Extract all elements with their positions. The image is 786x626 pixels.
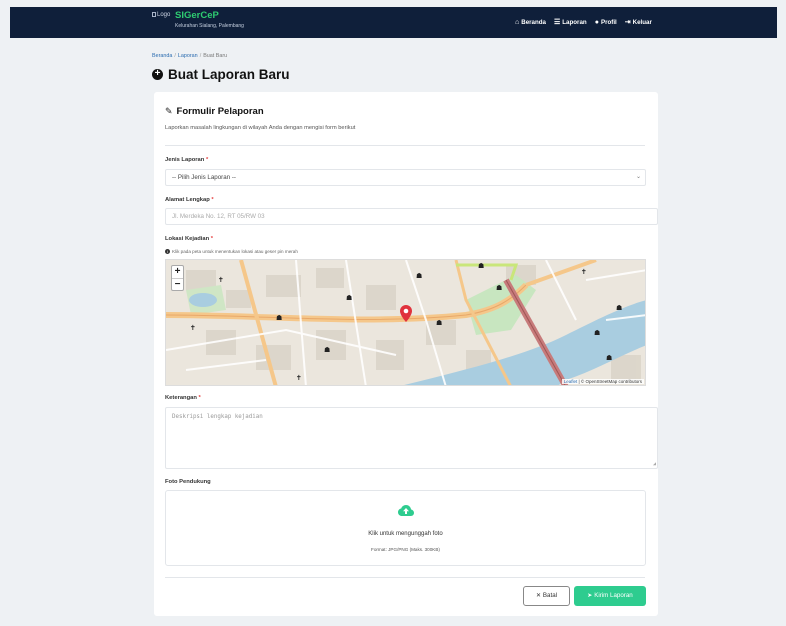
resize-grip-icon[interactable]: ◢ [653,461,656,467]
send-icon: ➤ [587,592,593,599]
map-tiles[interactable]: ✝ ☗ ☗ ☗ ☗ ☗ ☗ ☗ ☗ ☗ ✝ ✝ ✝ ☗ [166,260,646,386]
brand-name: SIGerCeP [175,10,219,21]
form-description: Laporkan masalah lingkungan di wilayah A… [165,125,356,131]
plus-circle-icon: + [152,69,163,80]
edit-icon: ✎ [165,106,173,116]
nav-link-keluar[interactable]: ⇥ Keluar [624,18,652,27]
breadcrumb-current: Buat Baru [203,53,228,59]
user-icon: ● [594,18,599,26]
keterangan-textarea[interactable]: Deskripsi lengkap kejadian ◢ [165,407,658,469]
list-icon: ☰ [554,19,561,26]
foto-label: Foto Pendukung [165,479,211,485]
upload-text: Klik untuk mengunggah foto [368,531,443,537]
jenis-laporan-select[interactable]: -- Pilih Jenis Laporan -- ⌄ [165,169,646,186]
page-title: + Buat Laporan Baru [152,67,290,82]
jenis-laporan-label: Jenis Laporan * [165,157,209,163]
divider [165,145,645,146]
svg-text:✝: ✝ [190,324,196,332]
close-icon: ✕ [535,592,542,599]
nav-link-beranda[interactable]: ⌂ Beranda [515,18,546,26]
keterangan-label: Keterangan * [165,395,201,401]
breadcrumb: Beranda / Laporan / Buat Baru [152,53,228,59]
svg-text:☗: ☗ [616,304,622,312]
lokasi-label: Lokasi Kejadian * [165,236,214,242]
svg-text:✝: ✝ [296,374,302,382]
cancel-button[interactable]: ✕ Batal [523,586,570,606]
svg-text:✝: ✝ [218,276,224,284]
zoom-in-button[interactable]: + [172,266,183,278]
divider [165,577,645,578]
svg-text:☗: ☗ [346,294,352,302]
nav-link-profil[interactable]: ● Profil [595,18,617,26]
svg-text:☗: ☗ [496,284,502,292]
leaflet-link[interactable]: Leaflet [564,379,578,384]
zoom-out-button[interactable]: − [172,278,183,290]
svg-text:☗: ☗ [436,319,442,327]
breadcrumb-laporan[interactable]: Laporan [178,53,198,59]
lokasi-hint: i Klik pada peta untuk menentukan lokasi … [165,249,298,254]
svg-text:☗: ☗ [606,354,612,362]
brand-subtitle: Kelurahan Sialang, Palembang [175,23,244,29]
map-attribution: Leaflet | © OpenStreetMap contributors [561,379,644,384]
svg-text:☗: ☗ [594,329,600,337]
location-map[interactable]: ✝ ☗ ☗ ☗ ☗ ☗ ☗ ☗ ☗ ☗ ✝ ✝ ✝ ☗ + − Leaflet | © OpenSt… [165,259,646,386]
chevron-down-icon: ⌄ [635,174,641,180]
svg-text:✝: ✝ [581,268,587,276]
svg-text:☗: ☗ [324,346,330,354]
logo-image: Logo [152,12,170,18]
form-title: ✎ Formulir Pelaporan [165,106,264,117]
svg-text:☗: ☗ [478,262,484,270]
home-icon: ⌂ [515,18,520,26]
alamat-input[interactable]: Jl. Merdeka No. 12, RT 05/RW 03 [165,208,658,225]
upload-format: Format: JPG/PNG (Maks. 300KB) [371,547,440,552]
submit-report-button[interactable]: ➤ Kirim Laporan [574,586,646,606]
info-icon: i [165,249,170,254]
nav-link-laporan[interactable]: ☰ Laporan [554,18,587,27]
svg-text:☗: ☗ [276,314,282,322]
top-navbar: Logo SIGerCeP Kelurahan Sialang, Palemba… [10,7,777,38]
nav-links: ⌂ Beranda ☰ Laporan ● Profil ⇥ Keluar [515,18,652,27]
cloud-upload-icon [398,505,414,516]
alamat-label: Alamat Lengkap * [165,197,214,203]
report-form-card: ✎ Formulir Pelaporan Laporkan masalah li… [154,92,658,616]
svg-text:☗: ☗ [416,272,422,280]
map-pin-icon[interactable] [400,305,412,322]
map-zoom-control: + − [171,265,184,291]
logout-icon: ⇥ [624,19,631,26]
breadcrumb-beranda[interactable]: Beranda [152,53,172,59]
photo-upload-area[interactable]: Klik untuk mengunggah foto Format: JPG/P… [165,490,646,566]
